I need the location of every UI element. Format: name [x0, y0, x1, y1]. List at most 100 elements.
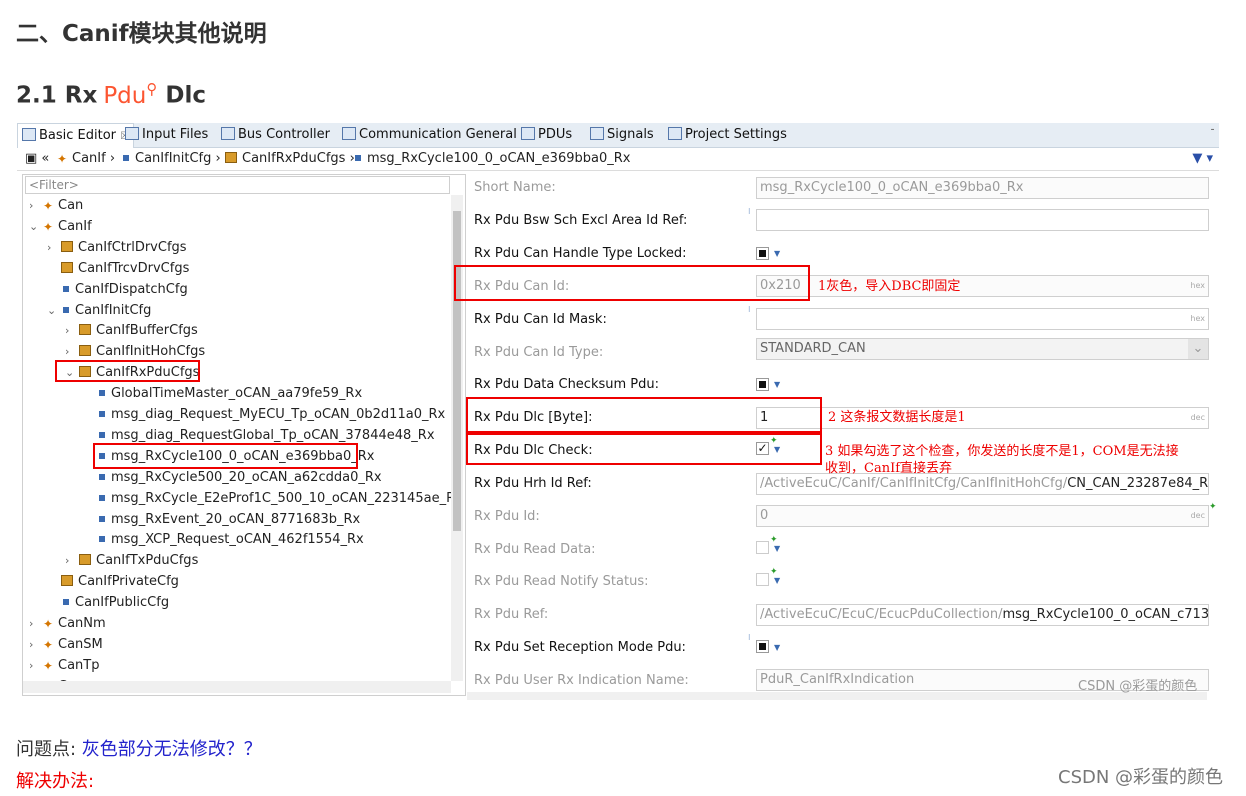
- tab-pdus[interactable]: PDUs: [521, 123, 572, 147]
- tab-input-files[interactable]: Input Files: [125, 123, 208, 147]
- expand-arrow-icon[interactable]: ›: [29, 196, 43, 216]
- label-pdu-id: Rx Pdu Id:: [474, 509, 540, 524]
- expand-arrow-icon[interactable]: ›: [47, 238, 61, 258]
- problem-text: 灰色部分无法修改？？: [81, 739, 262, 760]
- expand-arrow-icon[interactable]: ⌄: [29, 217, 43, 237]
- tab-project-settings[interactable]: Project Settings: [668, 123, 787, 147]
- folder-icon: [79, 554, 91, 566]
- tab-basic-editor[interactable]: Basic Editor ☒: [17, 123, 135, 148]
- tree-item[interactable]: CanIfTrcvDrvCfgs: [47, 259, 189, 279]
- pdu-icon: [521, 127, 535, 140]
- label-read-notify: Rx Pdu Read Notify Status:: [474, 574, 649, 589]
- breadcrumb-item-current[interactable]: msg_RxCycle100_0_oCAN_e369bba0_Rx: [353, 148, 630, 170]
- folder-icon: [79, 345, 91, 357]
- expand-arrow-icon[interactable]: ›: [65, 551, 79, 571]
- chevron-down-icon[interactable]: ▼: [774, 643, 780, 652]
- label-checksum: Rx Pdu Data Checksum Pdu:: [474, 377, 660, 392]
- container-icon: [99, 494, 105, 501]
- comm-icon: [342, 127, 356, 140]
- tree-item[interactable]: msg_RxCycle_E2eProf1C_500_10_oCAN_223145…: [83, 489, 463, 509]
- tree-item[interactable]: msg_XCP_Request_oCAN_462f1554_Rx: [83, 530, 364, 550]
- tree-item[interactable]: › ✦ CanNm: [29, 614, 106, 634]
- chevron-down-icon[interactable]: ▼: [774, 544, 780, 553]
- label-hrh-ref: Rx Pdu Hrh Id Ref:: [474, 476, 592, 491]
- bsw-sch-field[interactable]: [756, 209, 1209, 231]
- tree-item[interactable]: GlobalTimeMaster_oCAN_aa79fe59_Rx: [83, 384, 362, 404]
- tree-item-label: CanIfBufferCfgs: [96, 323, 198, 339]
- editor-tab-bar: Basic Editor ☒ Input Files Bus Controlle…: [17, 123, 1219, 148]
- horizontal-scrollbar[interactable]: [23, 681, 451, 693]
- tree-item-label: Can: [58, 198, 84, 213]
- tree-item[interactable]: › CanIfTxPduCfgs: [65, 551, 198, 571]
- tree-item[interactable]: CanIfPrivateCfg: [47, 572, 179, 592]
- tree-item[interactable]: msg_RxCycle500_20_oCAN_a62cdda0_Rx: [83, 468, 382, 488]
- expand-arrow-icon[interactable]: ›: [29, 656, 43, 676]
- tree-item[interactable]: msg_RxEvent_20_oCAN_8771683b_Rx: [83, 510, 360, 530]
- note-2: 2 这条报文数据长度是1: [828, 410, 966, 425]
- tree-item[interactable]: › CanIfCtrlDrvCfgs: [47, 238, 187, 258]
- label-read-data: Rx Pdu Read Data:: [474, 542, 596, 557]
- tree-item[interactable]: › ✦ Can: [29, 196, 83, 216]
- filter-input[interactable]: <Filter>: [25, 176, 450, 194]
- signal-icon: [590, 127, 604, 140]
- tree-item[interactable]: CanIfPublicCfg: [47, 593, 169, 613]
- tree-item[interactable]: › CanIfBufferCfgs: [65, 321, 198, 341]
- checksum-checkbox[interactable]: [756, 378, 769, 391]
- filter-icon[interactable]: ▼ ▾: [1192, 148, 1213, 170]
- breadcrumb-item-canif[interactable]: ✦ CanIf ›: [57, 148, 115, 170]
- read-data-checkbox[interactable]: [756, 541, 769, 554]
- module-icon: ✦: [43, 199, 54, 213]
- breadcrumb-item-rxpducfgs[interactable]: CanIfRxPduCfgs ›: [225, 148, 355, 170]
- tree-item[interactable]: › ✦ CanSM: [29, 635, 103, 655]
- highlight-can-id: [454, 265, 810, 301]
- label-user-rx: Rx Pdu User Rx Indication Name:: [474, 673, 689, 688]
- expand-arrow-icon[interactable]: ›: [29, 614, 43, 634]
- file-icon: [125, 127, 139, 140]
- view-menu-icon[interactable]: ⁃: [1210, 125, 1215, 136]
- tree-item-label: CanIfPublicCfg: [75, 595, 170, 611]
- tree-item[interactable]: msg_diag_Request_MyECU_Tp_oCAN_0b2d11a0_…: [83, 405, 445, 425]
- chevron-down-icon[interactable]: ▼: [774, 380, 780, 389]
- can-id-type-select: STANDARD_CAN ⌄: [756, 338, 1209, 360]
- expand-arrow-icon[interactable]: ›: [65, 321, 79, 341]
- chevron-down-icon[interactable]: ▼: [774, 576, 780, 585]
- tree-item-label: CanSM: [58, 636, 103, 652]
- breadcrumb-item-initcfg[interactable]: CanIfInitCfg ›: [121, 148, 221, 170]
- tree-item-label: msg_XCP_Request_oCAN_462f1554_Rx: [111, 532, 364, 548]
- tree-item-label: msg_diag_RequestGlobal_Tp_oCAN_37844e48_…: [111, 427, 435, 443]
- label-handle-locked: Rx Pdu Can Handle Type Locked:: [474, 246, 687, 261]
- scrollbar-thumb[interactable]: [453, 211, 461, 531]
- tree-item[interactable]: ⌄ CanIfInitCfg: [47, 301, 151, 321]
- read-notify-checkbox[interactable]: [756, 573, 769, 586]
- ref-icon: ⁝: [748, 305, 751, 314]
- pdu-keyword-link[interactable]: Pdu: [103, 83, 146, 109]
- chevron-down-icon: ⌄: [1188, 339, 1208, 359]
- tree-item-label: msg_RxEvent_20_oCAN_8771683b_Rx: [111, 511, 361, 527]
- tree-item[interactable]: › ✦ CanTp: [29, 656, 99, 676]
- tree-item[interactable]: CanIfDispatchCfg: [47, 280, 188, 300]
- tab-signals[interactable]: Signals: [590, 123, 654, 147]
- can-id-mask-field[interactable]: hex: [756, 308, 1209, 330]
- handle-locked-checkbox[interactable]: [756, 247, 769, 260]
- container-icon: [99, 515, 105, 522]
- pdu-ref-field[interactable]: /ActiveEcuC/EcuC/EcucPduCollection/msg_R…: [756, 604, 1209, 626]
- home-icon[interactable]: ▣ «: [25, 148, 49, 170]
- expand-arrow-icon[interactable]: ›: [29, 635, 43, 655]
- dlc-field[interactable]: 1 dec: [756, 407, 1209, 429]
- hrh-ref-field[interactable]: /ActiveEcuC/CanIf/CanIfInitCfg/CanIfInit…: [756, 473, 1209, 495]
- heading-suffix: Dlc: [165, 82, 206, 109]
- bus-icon: [221, 127, 235, 140]
- search-icon[interactable]: ⚲: [146, 80, 157, 98]
- container-icon: [99, 536, 105, 543]
- solution-label: 解决办法:: [16, 771, 95, 792]
- folder-icon: [61, 575, 73, 587]
- expand-arrow-icon[interactable]: ⌄: [47, 301, 61, 321]
- chevron-down-icon[interactable]: ▼: [774, 249, 780, 258]
- tab-communication-general[interactable]: Communication General: [342, 123, 517, 147]
- reception-mode-checkbox[interactable]: [756, 640, 769, 653]
- tree-item[interactable]: ⌄ ✦ CanIf: [29, 217, 92, 237]
- container-icon: [99, 473, 105, 480]
- note-3b: 收到，CanIf直接丢弃: [825, 461, 953, 476]
- tab-bus-controller[interactable]: Bus Controller: [221, 123, 330, 147]
- breadcrumb: ▣ « ✦ CanIf › CanIfInitCfg › CanIfRxPduCf…: [17, 148, 1219, 171]
